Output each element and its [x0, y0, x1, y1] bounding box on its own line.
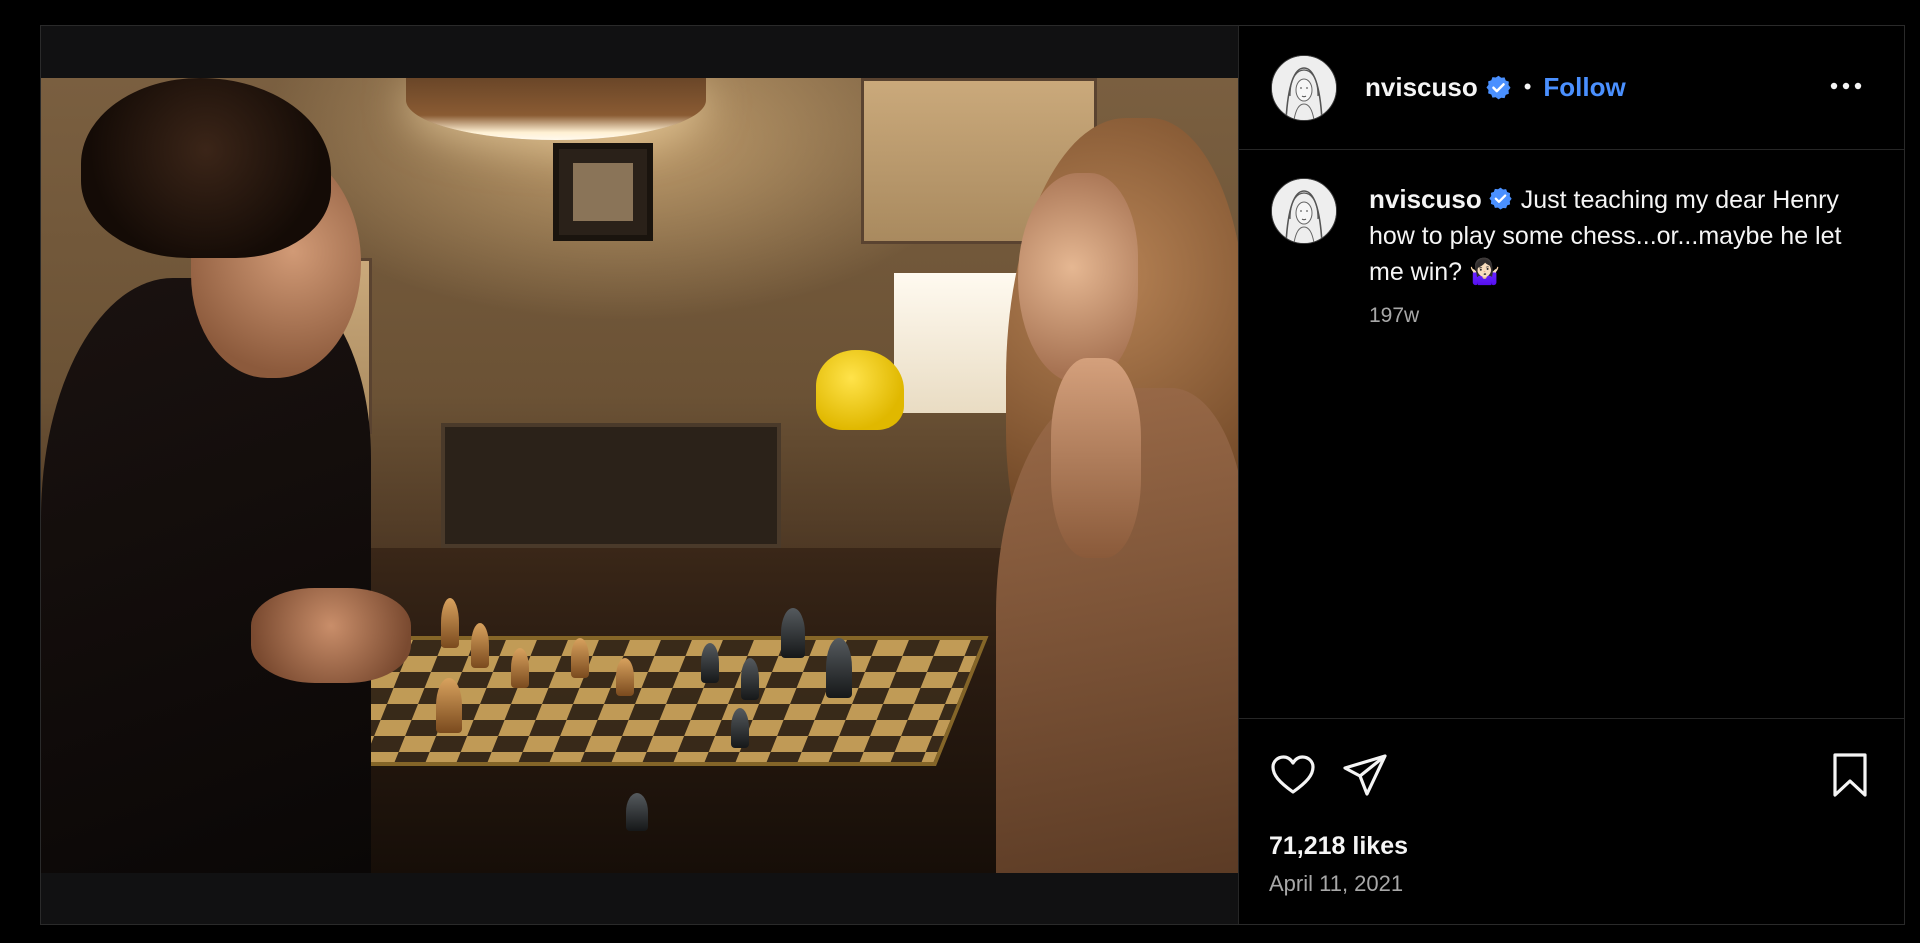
paper-plane-icon[interactable]: [1341, 751, 1389, 799]
chess-piece: [511, 648, 529, 688]
avatar-illustration-icon[interactable]: [1271, 55, 1337, 121]
verified-badge-icon: [1486, 75, 1511, 99]
header-username[interactable]: nviscuso: [1365, 72, 1478, 103]
caption-time-ago[interactable]: 197w: [1369, 304, 1419, 328]
woman-figure: [976, 78, 1238, 873]
wall-picture-frame: [553, 143, 653, 241]
post-sidebar: nviscuso • Follow nviscuso Just teaching…: [1238, 26, 1904, 924]
man-figure: [41, 78, 411, 873]
fireplace: [441, 423, 781, 548]
post-photo: [41, 78, 1238, 873]
chess-piece: [436, 678, 462, 733]
likes-count[interactable]: 71,218 likes: [1269, 832, 1408, 861]
pendant-lamp: [406, 78, 706, 140]
yellow-toy: [816, 350, 904, 430]
header-user-line: nviscuso • Follow: [1365, 69, 1626, 105]
chess-piece: [571, 638, 589, 678]
chess-piece: [626, 793, 648, 831]
chess-piece: [701, 643, 719, 683]
chess-piece: [616, 658, 634, 696]
post-dialog: nviscuso • Follow nviscuso Just teaching…: [40, 25, 1905, 925]
post-date[interactable]: April 11, 2021: [1269, 871, 1403, 897]
chess-piece: [826, 638, 852, 698]
more-horizontal-icon[interactable]: [1826, 71, 1866, 101]
actions-divider: [1239, 718, 1904, 719]
chess-piece: [731, 708, 749, 748]
header-separator: •: [1523, 74, 1532, 99]
post-header: nviscuso • Follow: [1239, 26, 1904, 150]
verified-badge-icon: [1489, 187, 1512, 210]
heart-icon[interactable]: [1269, 751, 1317, 799]
chess-piece: [471, 623, 489, 668]
post-media[interactable]: [41, 26, 1238, 924]
post-caption: nviscuso Just teaching my dear Henry how…: [1369, 181, 1869, 290]
avatar-illustration-icon[interactable]: [1271, 178, 1337, 244]
chess-piece: [781, 608, 805, 658]
caption-username[interactable]: nviscuso: [1369, 184, 1482, 214]
chess-piece: [441, 598, 459, 648]
chess-piece: [741, 658, 759, 700]
bookmark-icon[interactable]: [1826, 751, 1874, 799]
follow-button[interactable]: Follow: [1543, 72, 1625, 103]
